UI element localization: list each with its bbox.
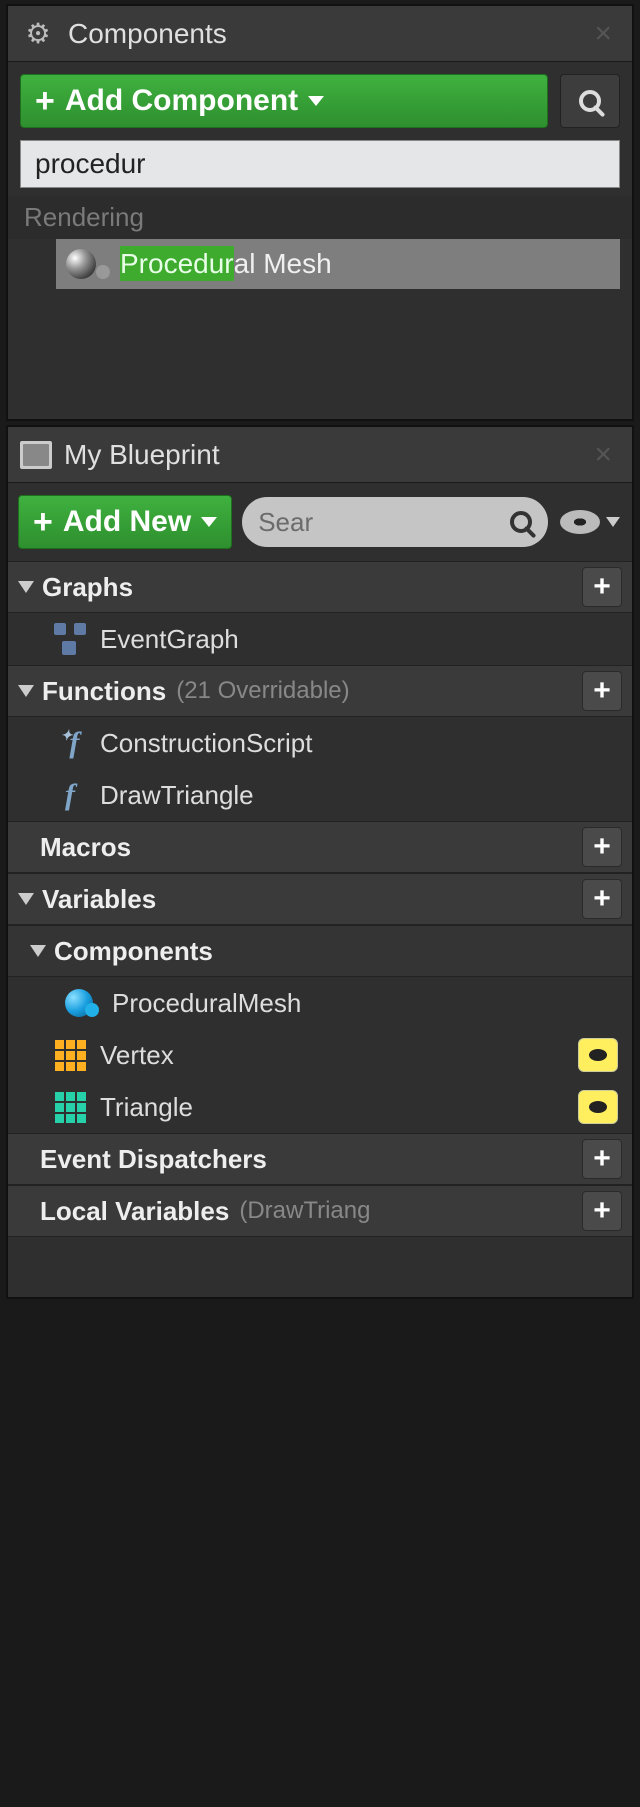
section-event-dispatchers-title: Event Dispatchers xyxy=(40,1144,267,1175)
add-new-button[interactable]: + Add New xyxy=(18,495,232,549)
var-proceduralmesh-label: ProceduralMesh xyxy=(112,988,301,1019)
myblueprint-title: My Blueprint xyxy=(64,439,586,471)
function-override-icon: f xyxy=(61,726,80,760)
components-tab-icon: ⚙ xyxy=(20,16,56,52)
item-eventgraph[interactable]: EventGraph xyxy=(8,613,632,665)
var-triangle[interactable]: Triangle xyxy=(8,1081,632,1133)
mesh-icon-dot xyxy=(96,265,110,279)
add-macro-button[interactable]: + xyxy=(582,827,622,867)
section-var-components-title: Components xyxy=(54,936,213,967)
eye-icon xyxy=(589,1049,607,1061)
category-rendering: Rendering xyxy=(8,196,632,239)
section-variables-title: Variables xyxy=(42,884,156,915)
chevron-down-icon xyxy=(201,517,217,527)
section-local-variables-note: (DrawTriang xyxy=(239,1197,582,1225)
eye-icon xyxy=(560,510,600,534)
var-vertex-label: Vertex xyxy=(100,1040,174,1071)
components-toolbar: + Add Component xyxy=(8,62,632,140)
section-functions-note: (21 Overridable) xyxy=(176,677,582,705)
search-icon xyxy=(510,511,532,533)
components-tab-header: ⚙ Components × xyxy=(8,6,632,62)
components-search-row xyxy=(20,140,620,188)
visibility-toggle[interactable] xyxy=(578,1038,618,1072)
add-variable-button[interactable]: + xyxy=(582,879,622,919)
components-search-button[interactable] xyxy=(560,74,620,128)
var-proceduralmesh[interactable]: ProceduralMesh xyxy=(8,977,632,1029)
section-functions[interactable]: Functions (21 Overridable) + xyxy=(8,665,632,717)
section-graphs-title: Graphs xyxy=(42,572,133,603)
section-variables[interactable]: Variables + xyxy=(8,873,632,925)
result-procedural-mesh[interactable]: Procedural Mesh xyxy=(56,239,620,289)
myblueprint-toolbar: + Add New Sear xyxy=(8,483,632,561)
visibility-toggle[interactable] xyxy=(578,1090,618,1124)
mesh-icon xyxy=(66,249,96,279)
plus-icon: + xyxy=(33,505,53,539)
expand-arrow-icon xyxy=(18,581,34,593)
section-macros[interactable]: Macros + xyxy=(8,821,632,873)
section-graphs[interactable]: Graphs + xyxy=(8,561,632,613)
blueprint-tab-icon xyxy=(20,441,52,469)
array-icon xyxy=(52,1037,88,1073)
add-new-label: Add New xyxy=(63,505,191,539)
expand-arrow-icon xyxy=(18,893,34,905)
section-var-components[interactable]: Components xyxy=(8,925,632,977)
search-icon xyxy=(579,90,601,112)
search-placeholder: Sear xyxy=(258,507,502,538)
component-icon xyxy=(64,985,100,1021)
components-panel: ⚙ Components × + Add Component Rendering… xyxy=(6,4,634,421)
components-tab-title: Components xyxy=(68,18,586,50)
item-constructionscript-label: ConstructionScript xyxy=(100,728,312,759)
var-triangle-label: Triangle xyxy=(100,1092,193,1123)
chevron-down-icon xyxy=(606,517,620,527)
result-label: Procedural Mesh xyxy=(120,248,332,280)
item-constructionscript[interactable]: f ConstructionScript xyxy=(8,717,632,769)
expand-arrow-icon xyxy=(18,685,34,697)
item-eventgraph-label: EventGraph xyxy=(100,624,239,655)
add-function-button[interactable]: + xyxy=(582,671,622,711)
section-macros-title: Macros xyxy=(40,832,131,863)
close-icon[interactable]: × xyxy=(586,17,620,51)
add-dispatcher-button[interactable]: + xyxy=(582,1139,622,1179)
eventgraph-icon xyxy=(52,621,88,657)
myblueprint-search[interactable]: Sear xyxy=(242,497,548,547)
section-local-variables[interactable]: Local Variables (DrawTriang + xyxy=(8,1185,632,1237)
section-functions-title: Functions xyxy=(42,676,166,707)
add-component-label: Add Component xyxy=(65,84,298,118)
section-event-dispatchers[interactable]: Event Dispatchers + xyxy=(8,1133,632,1185)
expand-arrow-icon xyxy=(30,945,46,957)
view-options-button[interactable] xyxy=(558,500,622,544)
components-body xyxy=(8,299,632,419)
myblueprint-tab-header: My Blueprint × xyxy=(8,427,632,483)
function-icon: f xyxy=(65,778,75,812)
add-component-button[interactable]: + Add Component xyxy=(20,74,548,128)
plus-icon: + xyxy=(35,84,55,118)
close-icon[interactable]: × xyxy=(586,438,620,472)
item-drawtriangle[interactable]: f DrawTriangle xyxy=(8,769,632,821)
array-icon xyxy=(52,1089,88,1125)
eye-icon xyxy=(589,1101,607,1113)
add-local-variable-button[interactable]: + xyxy=(582,1191,622,1231)
item-drawtriangle-label: DrawTriangle xyxy=(100,780,254,811)
components-search-input[interactable] xyxy=(20,140,620,188)
myblueprint-panel: My Blueprint × + Add New Sear Graphs + E… xyxy=(6,425,634,1299)
var-vertex[interactable]: Vertex xyxy=(8,1029,632,1081)
panel-bottom-spacer xyxy=(8,1237,632,1297)
section-local-variables-title: Local Variables xyxy=(40,1196,229,1227)
add-graph-button[interactable]: + xyxy=(582,567,622,607)
chevron-down-icon xyxy=(308,96,324,106)
